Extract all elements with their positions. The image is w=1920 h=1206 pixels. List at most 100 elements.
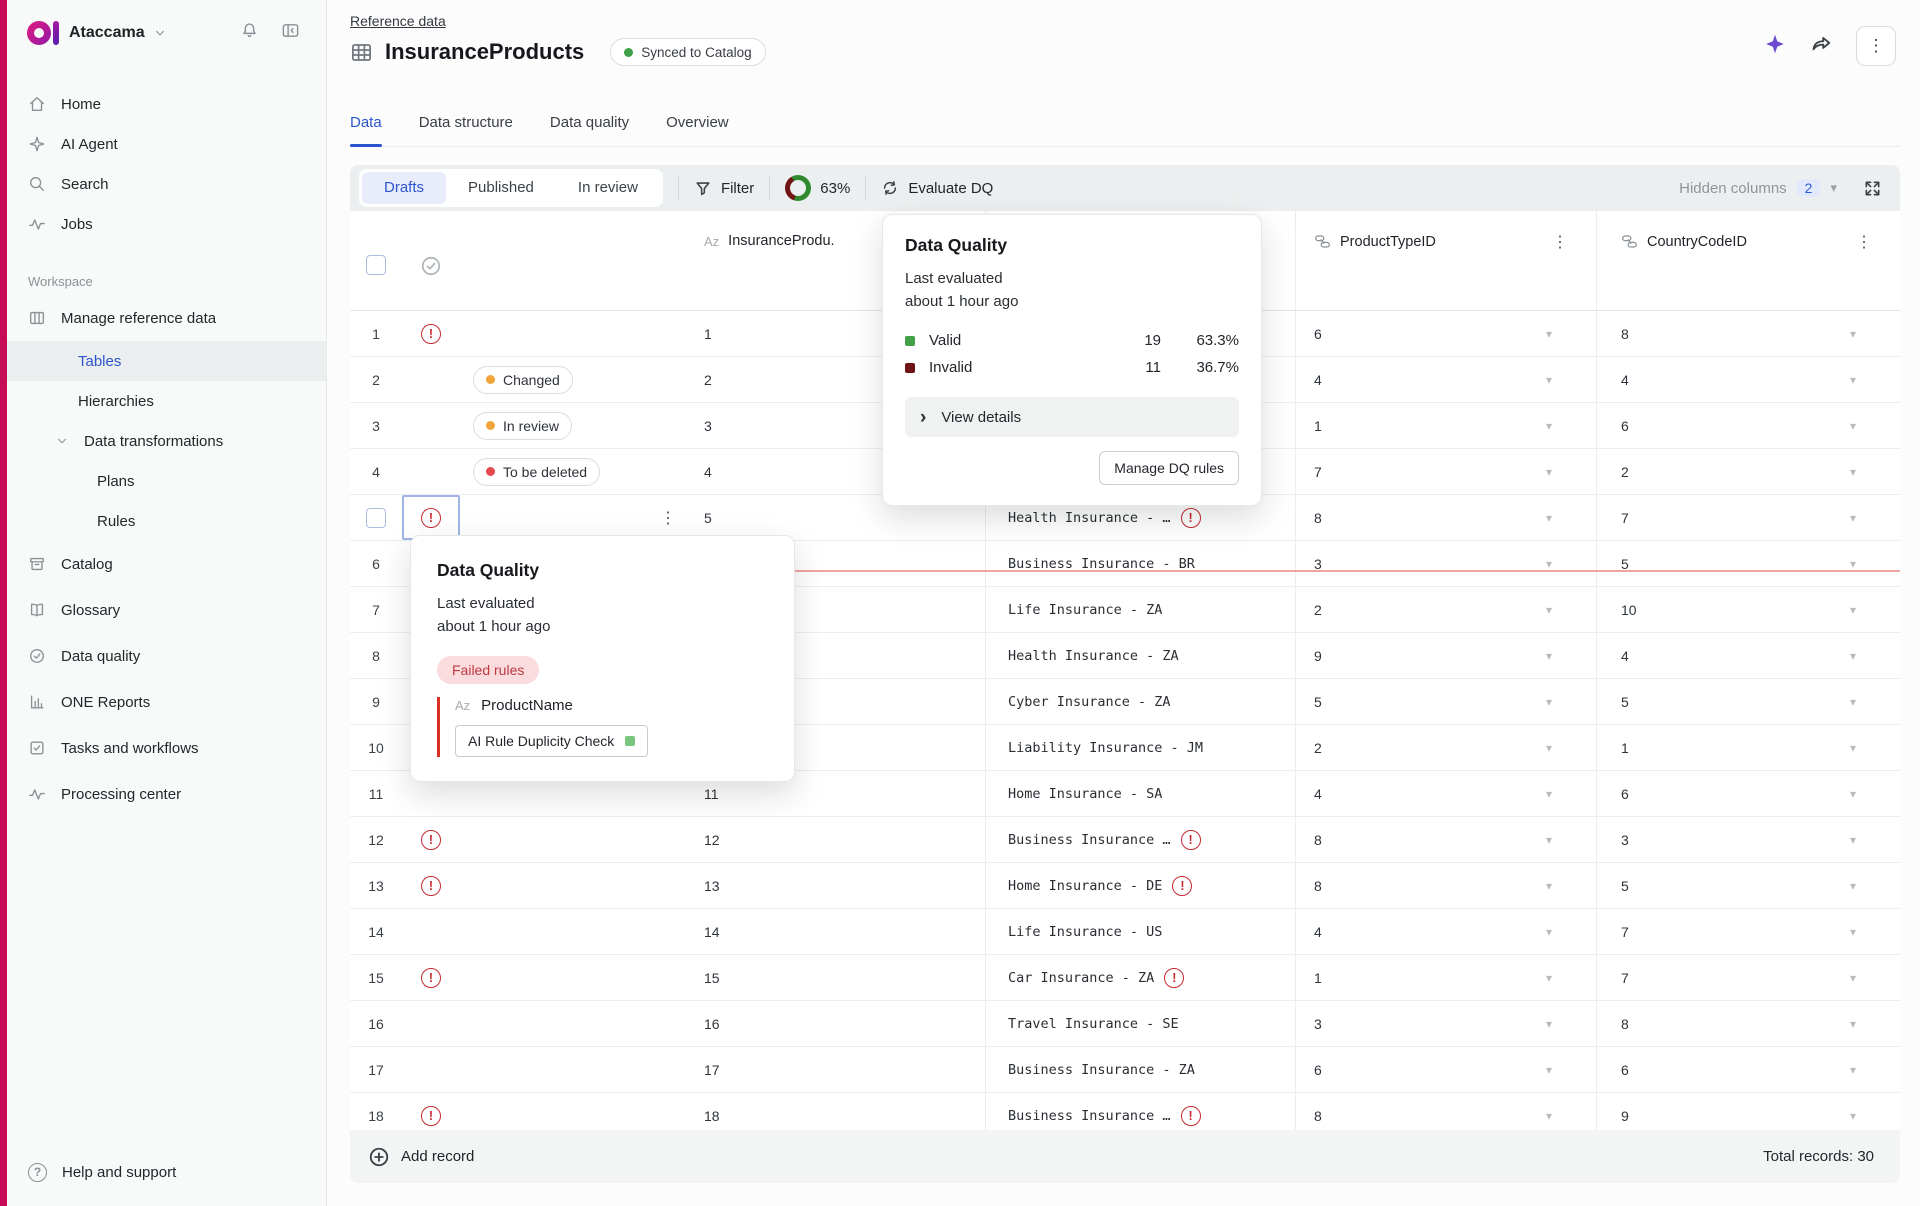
tab-data-quality[interactable]: Data quality [550, 108, 629, 146]
sidebar-item-manage-reference-data[interactable]: Manage reference data [7, 295, 326, 341]
cell-country-code-id[interactable]: 8 [1621, 326, 1629, 342]
cell-insurance-product-id[interactable]: 13 [704, 878, 720, 894]
cell-country-code-id[interactable]: 6 [1621, 1062, 1629, 1078]
sidebar-item-home[interactable]: Home [7, 84, 326, 124]
cell-country-code-id[interactable]: 9 [1621, 1108, 1629, 1124]
sidebar-item-glossary[interactable]: Glossary [7, 587, 326, 633]
cell-country-code-id[interactable]: 4 [1621, 648, 1629, 664]
cell-product-name[interactable]: Travel Insurance - SE [1008, 1016, 1179, 1032]
sidebar-item-help-and-support[interactable]: ? Help and support [7, 1152, 326, 1192]
error-icon[interactable]: ! [421, 1106, 441, 1126]
chevron-down-icon[interactable]: ▾ [1850, 1017, 1856, 1031]
column-header-product-type-id[interactable]: ProductTypeID [1314, 233, 1436, 250]
more-actions-button[interactable]: ⋮ [1856, 26, 1896, 66]
chevron-down-icon[interactable]: ▾ [1546, 879, 1552, 893]
cell-product-type-id[interactable]: 4 [1314, 786, 1322, 802]
cell-insurance-product-id[interactable]: 2 [704, 372, 712, 388]
row-checkbox[interactable] [366, 508, 386, 528]
segment-published[interactable]: Published [446, 172, 556, 204]
cell-product-name[interactable]: Business Insurance … [1008, 1108, 1171, 1124]
cell-product-type-id[interactable]: 2 [1314, 602, 1322, 618]
manage-dq-rules-button[interactable]: Manage DQ rules [1099, 451, 1239, 485]
chevron-down-icon[interactable]: ▾ [1546, 971, 1552, 985]
table-row[interactable]: 18 ! 18 Business Insurance … ! 8 ▾ 9 ▾ [350, 1093, 1900, 1130]
cell-country-code-id[interactable]: 7 [1621, 510, 1629, 526]
column-header-country-code-id[interactable]: CountryCodeID [1621, 233, 1747, 250]
chevron-down-icon[interactable]: ▾ [1546, 649, 1552, 663]
cell-product-type-id[interactable]: 8 [1314, 832, 1322, 848]
chevron-down-icon[interactable]: ▾ [1850, 1109, 1856, 1123]
rule-chip[interactable]: AI Rule Duplicity Check [455, 725, 648, 757]
tab-overview[interactable]: Overview [666, 108, 729, 146]
chevron-down-icon[interactable]: ▾ [1850, 603, 1856, 617]
table-row[interactable]: 12 ! 12 Business Insurance … ! 8 ▾ 3 ▾ [350, 817, 1900, 863]
cell-country-code-id[interactable]: 7 [1621, 924, 1629, 940]
cell-product-name[interactable]: Business Insurance - BR [1008, 556, 1195, 572]
chevron-down-icon[interactable]: ▾ [1546, 741, 1552, 755]
error-icon[interactable]: ! [1181, 830, 1201, 850]
chevron-down-icon[interactable]: ▾ [1546, 925, 1552, 939]
chevron-down-icon[interactable]: ▾ [1850, 741, 1856, 755]
column-menu-icon[interactable]: ⋮ [1552, 232, 1568, 252]
cell-insurance-product-id[interactable]: 5 [704, 510, 712, 526]
cell-product-type-id[interactable]: 1 [1314, 418, 1322, 434]
cell-insurance-product-id[interactable]: 17 [704, 1062, 720, 1078]
sidebar-item-rules[interactable]: Rules [7, 501, 326, 541]
table-row[interactable]: 17 17 Business Insurance - ZA 6 ▾ 6 ▾ [350, 1047, 1900, 1093]
chevron-down-icon[interactable]: ▾ [1850, 373, 1856, 387]
column-header-insurance-product-id[interactable]: Az InsuranceProdu. [704, 233, 835, 249]
share-icon[interactable] [1810, 33, 1832, 60]
cell-product-type-id[interactable]: 2 [1314, 740, 1322, 756]
cell-insurance-product-id[interactable]: 1 [704, 326, 712, 342]
chevron-down-icon[interactable]: ▾ [1546, 465, 1552, 479]
chevron-down-icon[interactable]: ▾ [1546, 833, 1552, 847]
chevron-down-icon[interactable]: ▾ [1546, 1109, 1552, 1123]
cell-country-code-id[interactable]: 5 [1621, 694, 1629, 710]
chevron-down-icon[interactable]: ▾ [1850, 879, 1856, 893]
cell-country-code-id[interactable]: 2 [1621, 464, 1629, 480]
chevron-down-icon[interactable]: ▾ [1546, 603, 1552, 617]
table-row[interactable]: 16 16 Travel Insurance - SE 3 ▾ 8 ▾ [350, 1001, 1900, 1047]
cell-product-name[interactable]: Health Insurance - … [1008, 510, 1171, 526]
chevron-down-icon[interactable]: ▾ [1830, 180, 1837, 196]
cell-product-type-id[interactable]: 3 [1314, 1016, 1322, 1032]
chevron-down-icon[interactable]: ▾ [1850, 787, 1856, 801]
cell-product-name[interactable]: Life Insurance - US [1008, 924, 1162, 940]
ai-sparkle-icon[interactable] [1764, 33, 1786, 60]
cell-country-code-id[interactable]: 10 [1621, 602, 1637, 618]
chevron-down-icon[interactable]: ▾ [1546, 695, 1552, 709]
cell-product-type-id[interactable]: 5 [1314, 694, 1322, 710]
cell-insurance-product-id[interactable]: 11 [704, 786, 719, 802]
chevron-down-icon[interactable]: ▾ [1546, 787, 1552, 801]
chevron-down-icon[interactable]: ▾ [1546, 1017, 1552, 1031]
sidebar-item-one-reports[interactable]: ONE Reports [7, 679, 326, 725]
cell-product-type-id[interactable]: 4 [1314, 372, 1322, 388]
table-row[interactable]: 14 14 Life Insurance - US 4 ▾ 7 ▾ [350, 909, 1900, 955]
row-kebab-icon[interactable]: ⋮ [660, 508, 676, 528]
tab-data[interactable]: Data [350, 108, 382, 146]
sidebar-item-tables[interactable]: Tables [7, 341, 326, 381]
cell-product-type-id[interactable]: 8 [1314, 878, 1322, 894]
cell-country-code-id[interactable]: 4 [1621, 372, 1629, 388]
cell-product-type-id[interactable]: 8 [1314, 510, 1322, 526]
cell-product-type-id[interactable]: 3 [1314, 556, 1322, 572]
cell-country-code-id[interactable]: 5 [1621, 556, 1629, 572]
error-icon[interactable]: ! [1181, 1106, 1201, 1126]
cell-product-name[interactable]: Business Insurance … [1008, 832, 1171, 848]
cell-insurance-product-id[interactable]: 16 [704, 1016, 720, 1032]
error-icon[interactable]: ! [1172, 876, 1192, 896]
cell-insurance-product-id[interactable]: 15 [704, 970, 720, 986]
cell-insurance-product-id[interactable]: 4 [704, 464, 712, 480]
cell-product-name[interactable]: Life Insurance - ZA [1008, 602, 1162, 618]
chevron-down-icon[interactable]: ▾ [1850, 419, 1856, 433]
chevron-down-icon[interactable]: ▾ [1850, 695, 1856, 709]
view-details-button[interactable]: › View details [905, 397, 1239, 437]
filter-button[interactable]: Filter [694, 179, 754, 197]
collapse-sidebar-icon[interactable] [281, 21, 300, 45]
sidebar-item-catalog[interactable]: Catalog [7, 541, 326, 587]
chevron-down-icon[interactable]: ▾ [1850, 327, 1856, 341]
chevron-down-icon[interactable]: ▾ [1546, 1063, 1552, 1077]
sidebar-item-data-quality[interactable]: Data quality [7, 633, 326, 679]
cell-country-code-id[interactable]: 5 [1621, 878, 1629, 894]
evaluate-dq-button[interactable]: Evaluate DQ [881, 179, 993, 197]
